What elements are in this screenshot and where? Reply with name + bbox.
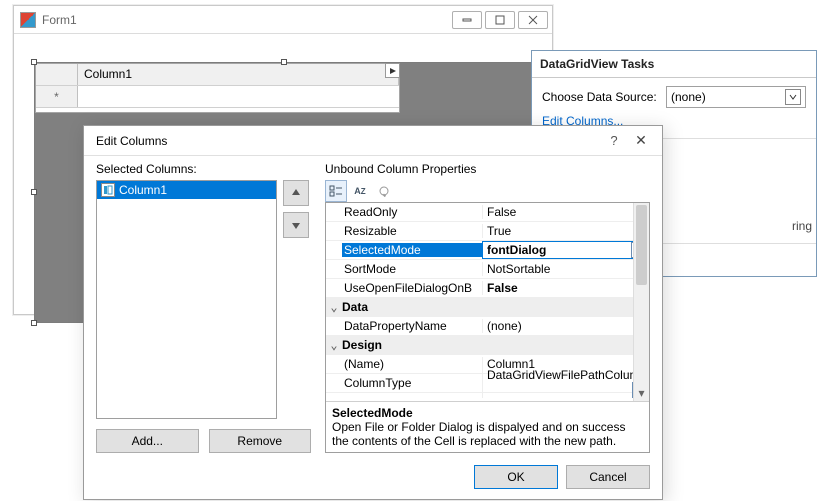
unbound-properties-label: Unbound Column Properties — [325, 162, 650, 176]
property-row[interactable]: SortModeNotSortable — [326, 260, 649, 279]
row-header-new[interactable]: * — [36, 86, 78, 107]
expand-icon[interactable]: ⌄ — [326, 300, 342, 314]
property-row[interactable]: ReadOnlyFalse — [326, 203, 649, 222]
list-item-label: Column1 — [119, 183, 167, 197]
close-button[interactable] — [518, 11, 548, 29]
remove-button[interactable]: Remove — [209, 429, 312, 453]
property-value[interactable]: DataGridViewFilePathColum — [482, 368, 649, 398]
add-button[interactable]: Add... — [96, 429, 199, 453]
property-row[interactable]: ColumnTypeDataGridViewFilePathColum — [326, 374, 649, 393]
tasks-title: DataGridView Tasks — [532, 51, 816, 78]
property-name: ReadOnly — [342, 205, 482, 219]
property-pages-button[interactable] — [373, 180, 395, 202]
property-name: (Name) — [342, 357, 482, 371]
grid-new-row[interactable]: * — [36, 86, 399, 108]
list-item[interactable]: Column1 — [97, 181, 276, 199]
selected-columns-list[interactable]: Column1 — [96, 180, 277, 419]
property-row[interactable]: ⌄Data — [326, 298, 649, 317]
cancel-button[interactable]: Cancel — [566, 465, 650, 489]
property-value[interactable]: True — [482, 224, 649, 238]
categorized-button[interactable] — [325, 180, 347, 202]
scrollbar[interactable]: ▴ ▾ — [633, 203, 649, 401]
grid-header-row: Column1 — [36, 64, 399, 86]
datasource-combo[interactable]: (none) — [666, 86, 806, 108]
property-row[interactable]: ⌄Design — [326, 336, 649, 355]
propertygrid-toolbar: AZ — [325, 180, 650, 202]
close-button[interactable]: ✕ — [626, 132, 656, 149]
description-title: SelectedMode — [332, 406, 643, 420]
property-name: DataPropertyName — [342, 319, 482, 333]
chevron-down-icon[interactable] — [785, 89, 801, 105]
smart-tag-glyph[interactable] — [385, 63, 400, 78]
form1-title: Form1 — [42, 13, 449, 27]
resize-handle[interactable] — [31, 189, 37, 195]
expand-icon[interactable]: ⌄ — [326, 338, 342, 352]
move-down-button[interactable] — [283, 212, 309, 238]
property-grid[interactable]: ReadOnlyFalseResizableTrueSelectedModefo… — [325, 202, 650, 453]
datasource-value: (none) — [671, 90, 706, 104]
category-name: Design — [342, 338, 482, 352]
column-icon — [101, 183, 115, 197]
maximize-button[interactable] — [485, 11, 515, 29]
alphabetical-button[interactable]: AZ — [349, 180, 371, 202]
property-name: UseOpenFileDialogOnB — [342, 281, 482, 295]
edit-columns-dialog: Edit Columns ? ✕ Selected Columns: Colum… — [83, 125, 663, 500]
resize-handle[interactable] — [31, 320, 37, 326]
property-value[interactable]: fontDialog — [482, 241, 649, 259]
resize-handle[interactable] — [281, 59, 287, 65]
dialog-titlebar[interactable]: Edit Columns ? ✕ — [84, 126, 662, 156]
property-row[interactable]: ResizableTrue — [326, 222, 649, 241]
property-row[interactable]: UseOpenFileDialogOnBFalse — [326, 279, 649, 298]
selected-columns-label: Selected Columns: — [96, 162, 311, 176]
property-name: SelectedMode — [342, 243, 482, 257]
property-name: Resizable — [342, 224, 482, 238]
property-name: SortMode — [342, 262, 482, 276]
topleft-header[interactable] — [36, 64, 78, 85]
app-icon — [20, 12, 36, 28]
scroll-down-icon[interactable]: ▾ — [634, 385, 649, 401]
resize-handle[interactable] — [31, 59, 37, 65]
property-value[interactable]: (none) — [482, 319, 649, 333]
help-button[interactable]: ? — [602, 133, 626, 148]
minimize-button[interactable] — [452, 11, 482, 29]
choose-datasource-label: Choose Data Source: — [542, 90, 666, 104]
property-name: ColumnType — [342, 376, 482, 390]
property-row[interactable]: SelectedModefontDialog — [326, 241, 649, 260]
property-value[interactable]: False — [482, 281, 649, 295]
grid-cell[interactable] — [78, 86, 399, 107]
description-pane: SelectedMode Open File or Folder Dialog … — [326, 401, 649, 452]
choose-datasource-row: Choose Data Source: (none) — [542, 86, 806, 108]
ok-button[interactable]: OK — [474, 465, 558, 489]
category-name: Data — [342, 300, 482, 314]
move-up-button[interactable] — [283, 180, 309, 206]
scroll-thumb[interactable] — [636, 205, 647, 285]
column-header[interactable]: Column1 — [78, 64, 399, 85]
description-body: Open File or Folder Dialog is dispalyed … — [332, 420, 643, 448]
property-value[interactable]: NotSortable — [482, 262, 649, 276]
form1-titlebar[interactable]: Form1 — [14, 6, 552, 34]
grid-surface[interactable]: Column1 * — [35, 63, 400, 113]
dialog-title: Edit Columns — [96, 134, 602, 148]
property-row[interactable]: DataPropertyName(none) — [326, 317, 649, 336]
property-value[interactable]: False — [482, 205, 649, 219]
